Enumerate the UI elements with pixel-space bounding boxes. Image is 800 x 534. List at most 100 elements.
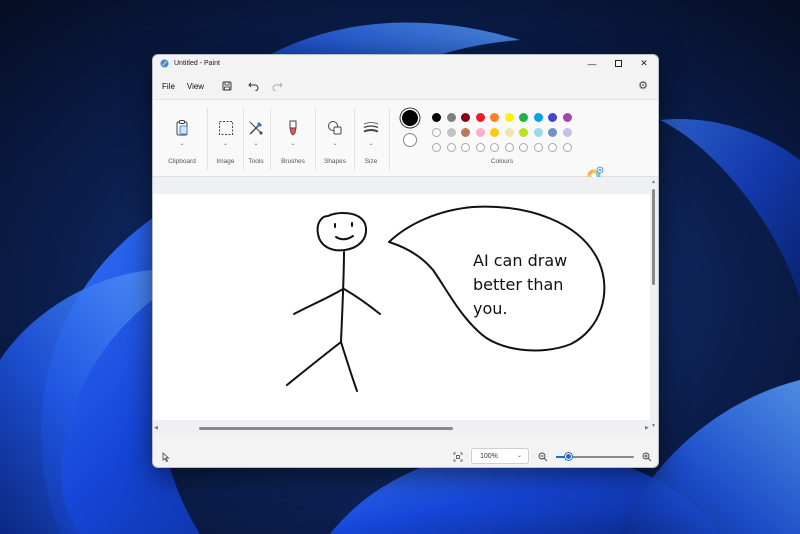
horizontal-scroll-thumb[interactable] (199, 427, 453, 430)
save-button[interactable] (218, 77, 236, 95)
minimize-icon: — (587, 58, 597, 69)
custom-colour-slot[interactable] (490, 143, 499, 152)
maximize-button[interactable] (605, 55, 631, 72)
canvas-area: AI can draw better than you. ▲ ▼ ◀ ▶ (153, 177, 658, 435)
colour-swatch[interactable] (432, 113, 441, 122)
custom-colour-slot[interactable] (432, 143, 441, 152)
close-icon: ✕ (640, 58, 648, 68)
minimize-button[interactable]: — (579, 55, 605, 72)
colours-label: Colours (490, 158, 514, 165)
scroll-up-icon[interactable]: ▲ (651, 179, 656, 185)
colour-swatch[interactable] (446, 113, 456, 122)
menu-bar: File View (153, 75, 658, 97)
stick-figure-arm (293, 288, 344, 315)
secondary-colour-swatch[interactable] (403, 133, 417, 147)
tools-icon (249, 121, 263, 135)
view-menu[interactable]: View (181, 82, 210, 91)
vertical-scroll-thumb[interactable] (652, 189, 655, 285)
title-bar[interactable]: Untitled - Paint — ✕ (153, 55, 658, 72)
ribbon-toolbar: ⌄ Clipboard ⌄ Image ⌄ Tools ⌄ Brushes ⌄ … (153, 99, 658, 183)
size-chevron-down-icon: ⌄ (368, 141, 374, 147)
primary-colour-swatch[interactable] (402, 110, 418, 126)
colour-swatch[interactable] (475, 113, 485, 122)
stick-figure-leg (286, 341, 342, 386)
paint-app-icon (160, 59, 169, 68)
colour-swatch[interactable] (533, 128, 543, 137)
colour-swatch[interactable] (548, 113, 557, 122)
paint-window: Untitled - Paint — ✕ File View ⚙ ⌄ Clipb… (152, 54, 659, 468)
close-button[interactable]: ✕ (631, 55, 657, 72)
zoom-value: 100% (480, 452, 498, 460)
custom-colour-slot[interactable] (475, 143, 485, 152)
size-icon (363, 122, 379, 133)
colour-swatch[interactable] (533, 113, 543, 122)
colour-swatch[interactable] (519, 128, 528, 137)
scroll-right-icon[interactable]: ▶ (645, 425, 649, 431)
vertical-scrollbar[interactable]: ▲ ▼ (651, 179, 656, 429)
colour-swatch[interactable] (562, 113, 572, 122)
shapes-chevron-down-icon: ⌄ (332, 141, 338, 147)
stick-figure-arm (343, 288, 381, 315)
fit-to-window-icon[interactable] (453, 452, 463, 462)
ribbon-divider (270, 108, 271, 170)
tools-label: Tools (248, 158, 264, 165)
shapes-label: Shapes (323, 158, 347, 165)
custom-colour-slot[interactable] (461, 143, 470, 152)
zoom-out-icon[interactable] (538, 452, 548, 462)
zoom-in-icon[interactable] (642, 452, 652, 462)
horizontal-scrollbar[interactable]: ◀ ▶ (153, 425, 653, 431)
custom-colour-slot[interactable] (548, 143, 557, 152)
stick-figure-leg (340, 341, 358, 392)
clipboard-chevron-down-icon: ⌄ (179, 141, 185, 147)
scroll-left-icon[interactable]: ◀ (154, 425, 158, 431)
colour-swatch[interactable] (461, 128, 470, 137)
brushes-group[interactable]: ⌄ Brushes (272, 100, 314, 178)
undo-button[interactable] (244, 77, 262, 95)
custom-colour-slot[interactable] (446, 143, 456, 152)
clipboard-group[interactable]: ⌄ Clipboard (158, 100, 206, 178)
maximize-icon (614, 60, 622, 67)
tools-group[interactable]: ⌄ Tools (243, 100, 269, 178)
zoom-slider-thumb[interactable] (564, 453, 572, 460)
custom-colour-slot[interactable] (504, 143, 514, 152)
size-group[interactable]: ⌄ Size (355, 100, 387, 178)
clipboard-label: Clipboard (168, 158, 196, 165)
redo-button[interactable] (268, 77, 286, 95)
colour-swatch[interactable] (490, 128, 499, 137)
colour-swatch[interactable] (461, 113, 470, 122)
select-icon (218, 121, 233, 135)
shapes-group[interactable]: ⌄ Shapes (316, 100, 354, 178)
image-group[interactable]: ⌄ Image (208, 100, 243, 178)
custom-colour-slot[interactable] (519, 143, 528, 152)
colour-swatch[interactable] (475, 128, 485, 137)
redo-icon (272, 82, 283, 91)
clipboard-icon (176, 120, 188, 136)
colour-swatch[interactable] (432, 128, 441, 137)
tools-chevron-down-icon: ⌄ (253, 141, 259, 147)
brushes-label: Brushes (281, 158, 305, 165)
custom-colour-slot[interactable] (533, 143, 543, 152)
drawing-canvas[interactable]: AI can draw better than you. (153, 194, 650, 420)
custom-colour-slot[interactable] (562, 143, 572, 152)
stick-figure-head (316, 212, 368, 252)
colour-swatch[interactable] (446, 128, 456, 137)
image-label: Image (216, 158, 235, 165)
size-label: Size (364, 158, 378, 165)
chevron-down-icon: ⌄ (516, 453, 522, 459)
cursor-position-icon (162, 452, 170, 462)
colour-swatch[interactable] (562, 128, 572, 137)
colour-swatch[interactable] (504, 113, 514, 122)
zoom-dropdown[interactable]: 100% ⌄ (471, 448, 529, 464)
colour-swatch[interactable] (490, 113, 499, 122)
colour-swatch[interactable] (519, 113, 528, 122)
colour-swatch[interactable] (548, 128, 557, 137)
zoom-slider[interactable] (556, 453, 634, 460)
colour-swatch[interactable] (504, 128, 514, 137)
status-bar: 100% ⌄ (153, 446, 658, 467)
canvas-drawing (286, 205, 606, 392)
file-menu[interactable]: File (156, 82, 181, 91)
undo-icon (247, 82, 259, 91)
speech-bubble-text: AI can draw better than you. (473, 251, 568, 318)
stick-figure-body (340, 251, 345, 343)
settings-button[interactable]: ⚙ (636, 78, 650, 92)
